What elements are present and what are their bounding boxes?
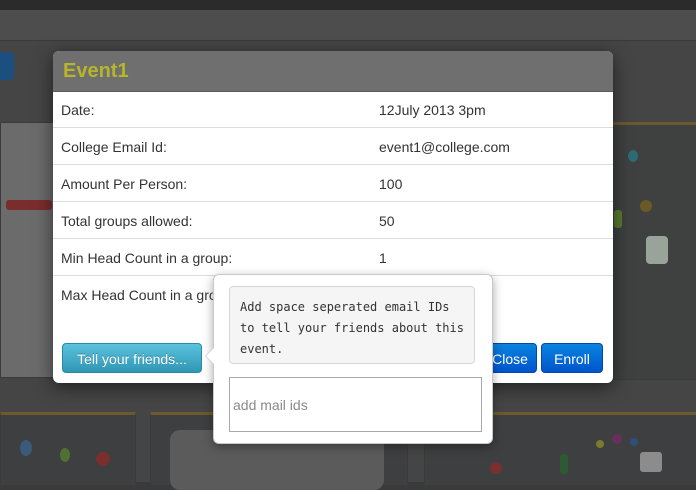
decor-dot bbox=[490, 462, 502, 474]
decor-dot bbox=[640, 452, 662, 472]
modal-title: Event1 bbox=[63, 60, 129, 82]
row-label: Max Head Count in a group: bbox=[61, 287, 237, 303]
decor-dot bbox=[20, 440, 32, 456]
tell-friends-button[interactable]: Tell your friends... bbox=[62, 343, 202, 373]
decor-dot bbox=[60, 448, 70, 462]
row-label: Min Head Count in a group: bbox=[61, 250, 233, 266]
decor-dot bbox=[596, 440, 604, 448]
tell-friends-popover: Add space seperated email IDs to tell yo… bbox=[205, 274, 493, 444]
decor-dot bbox=[646, 236, 668, 264]
table-row: Amount Per Person: 100 bbox=[53, 165, 613, 202]
row-value: 100 bbox=[379, 176, 403, 192]
popover-arrow-inner bbox=[206, 348, 214, 364]
row-value: 12July 2013 3pm bbox=[379, 102, 486, 118]
row-value: 1 bbox=[379, 250, 387, 266]
table-row: College Email Id: event1@college.com bbox=[53, 128, 613, 165]
row-value: 50 bbox=[379, 213, 395, 229]
decor-dot bbox=[614, 210, 622, 228]
toolbar-strip bbox=[0, 10, 696, 41]
row-label: Amount Per Person: bbox=[61, 176, 188, 192]
decor-dot bbox=[628, 150, 638, 162]
row-label: Date: bbox=[61, 102, 95, 118]
row-value: event1@college.com bbox=[379, 139, 510, 155]
decor-dot bbox=[630, 438, 638, 446]
decor-dot bbox=[560, 454, 568, 474]
top-navbar bbox=[0, 0, 696, 10]
enroll-button[interactable]: Enroll bbox=[541, 343, 603, 373]
mail-ids-input[interactable] bbox=[229, 377, 482, 432]
decor-dot bbox=[612, 434, 622, 444]
table-row: Min Head Count in a group: 1 bbox=[53, 239, 613, 276]
modal-header: Event1 bbox=[53, 51, 613, 92]
popover-hint: Add space seperated email IDs to tell yo… bbox=[229, 286, 475, 364]
row-label: College Email Id: bbox=[61, 139, 167, 155]
table-row: Total groups allowed: 50 bbox=[53, 202, 613, 239]
decor-dot bbox=[6, 200, 52, 210]
side-tab bbox=[0, 52, 14, 80]
row-label: Total groups allowed: bbox=[61, 213, 193, 229]
decor-dot bbox=[96, 452, 110, 466]
decor-dot bbox=[640, 200, 652, 212]
table-row: Date: 12July 2013 3pm bbox=[53, 91, 613, 128]
